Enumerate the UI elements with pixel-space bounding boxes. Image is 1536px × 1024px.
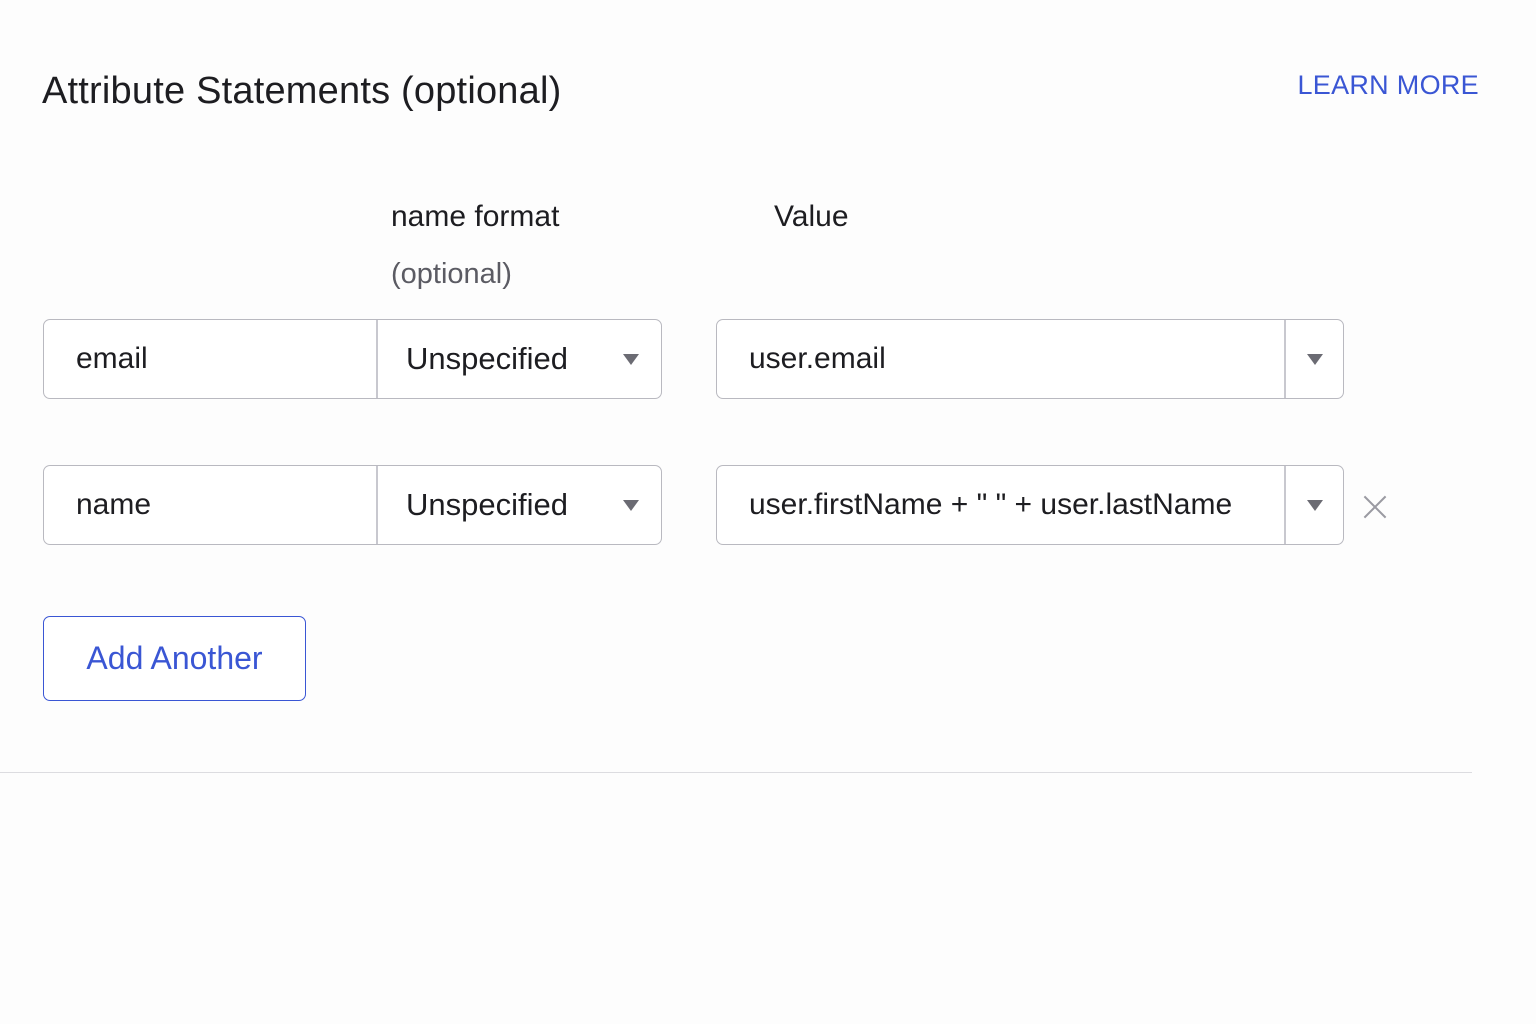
learn-more-link[interactable]: LEARN MORE bbox=[1297, 70, 1479, 101]
close-icon[interactable] bbox=[1361, 491, 1391, 521]
value-dropdown-button[interactable] bbox=[1286, 466, 1343, 544]
caret-down-icon bbox=[623, 353, 639, 365]
caret-down-icon bbox=[1306, 353, 1323, 365]
name-and-format-group: email Unspecified bbox=[43, 319, 662, 399]
name-format-value: Unspecified bbox=[406, 341, 568, 376]
value-header: Value bbox=[774, 200, 849, 233]
value-combobox: user.email bbox=[716, 319, 1344, 399]
name-format-value: Unspecified bbox=[406, 487, 568, 522]
section-divider bbox=[0, 772, 1472, 773]
section-title: Attribute Statements (optional) bbox=[42, 70, 562, 112]
name-format-select[interactable]: Unspecified bbox=[378, 320, 661, 398]
value-dropdown-button[interactable] bbox=[1286, 320, 1343, 398]
name-format-optional-note: (optional) bbox=[391, 258, 512, 290]
attribute-value-input[interactable]: user.email bbox=[717, 320, 1286, 398]
name-format-header: name format bbox=[391, 200, 560, 233]
value-combobox: user.firstName + " " + user.lastName bbox=[716, 465, 1344, 545]
attribute-value-input[interactable]: user.firstName + " " + user.lastName bbox=[717, 466, 1286, 544]
attribute-row: name Unspecified user.firstName + " " + … bbox=[43, 465, 1403, 547]
attribute-row: email Unspecified user.email bbox=[43, 319, 1403, 401]
attribute-name-input[interactable]: email bbox=[44, 320, 378, 398]
caret-down-icon bbox=[623, 499, 639, 511]
name-format-select[interactable]: Unspecified bbox=[378, 466, 661, 544]
attribute-statements-page: Attribute Statements (optional) LEARN MO… bbox=[0, 0, 1536, 1024]
name-and-format-group: name Unspecified bbox=[43, 465, 662, 545]
add-another-button[interactable]: Add Another bbox=[43, 616, 306, 701]
caret-down-icon bbox=[1306, 499, 1323, 511]
attribute-name-input[interactable]: name bbox=[44, 466, 378, 544]
